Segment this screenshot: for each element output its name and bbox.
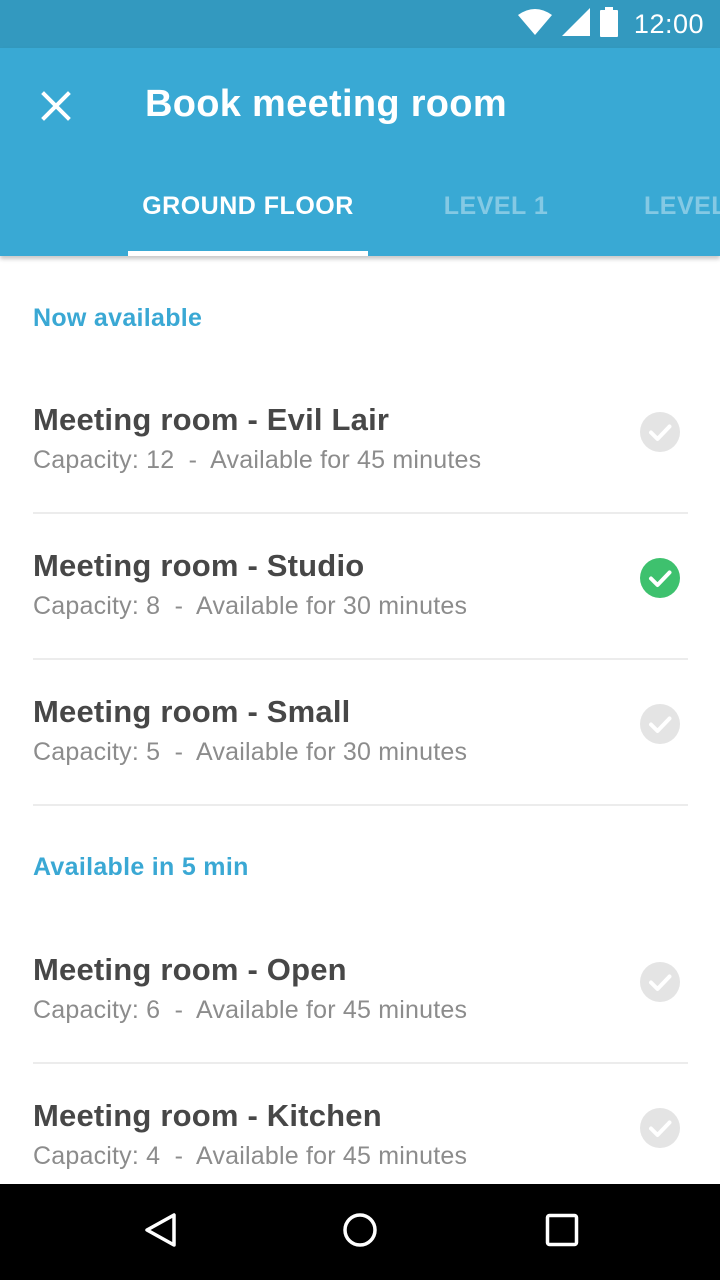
room-availability: Available for 45 minutes <box>210 446 482 474</box>
room-availability: Available for 30 minutes <box>196 592 468 620</box>
room-details: Capacity: 8 - Available for 30 minutes <box>33 588 467 624</box>
room-row[interactable]: Meeting room - Studio Capacity: 8 - Avai… <box>0 544 720 690</box>
room-capacity: Capacity: 6 <box>33 996 161 1024</box>
check-circle-icon[interactable] <box>640 962 680 1002</box>
section-header-now-available: Now available <box>33 304 203 332</box>
room-capacity: Capacity: 4 <box>33 1142 161 1170</box>
signal-icon <box>561 7 590 41</box>
room-name: Meeting room - Open <box>33 952 347 987</box>
room-row[interactable]: Meeting room - Small Capacity: 5 - Avail… <box>0 690 720 836</box>
wifi-icon <box>517 8 552 40</box>
section-header-available-soon: Available in 5 min <box>33 853 249 881</box>
room-availability: Available for 45 minutes <box>196 1142 468 1170</box>
room-capacity: Capacity: 12 <box>33 446 175 474</box>
app-bar: Book meeting room GROUND FLOOR LEVEL 1 L… <box>0 48 720 256</box>
battery-icon <box>599 6 618 42</box>
check-circle-icon[interactable] <box>640 704 680 744</box>
room-capacity: Capacity: 5 <box>33 738 161 766</box>
room-details: Capacity: 12 - Available for 45 minutes <box>33 442 481 478</box>
divider <box>33 1062 688 1064</box>
back-icon <box>143 1212 177 1253</box>
recents-icon <box>545 1213 579 1252</box>
floor-tabs: GROUND FLOOR LEVEL 1 LEVEL <box>0 168 720 256</box>
separator: - <box>174 592 184 620</box>
recents-button[interactable] <box>530 1200 594 1264</box>
check-circle-selected-icon[interactable] <box>640 558 680 598</box>
tab-level-1[interactable]: LEVEL 1 <box>406 168 586 256</box>
room-row[interactable]: Meeting room - Open Capacity: 6 - Availa… <box>0 948 720 1094</box>
separator: - <box>188 446 198 474</box>
status-time: 12:00 <box>633 8 704 39</box>
page-title: Book meeting room <box>145 83 507 125</box>
room-name: Meeting room - Studio <box>33 548 365 583</box>
separator: - <box>174 1142 184 1170</box>
divider <box>33 658 688 660</box>
tab-indicator <box>128 251 368 256</box>
room-details: Capacity: 4 - Available for 45 minutes <box>33 1138 467 1174</box>
close-button[interactable] <box>24 76 88 140</box>
room-name: Meeting room - Small <box>33 694 351 729</box>
status-icons: 12:00 <box>517 0 704 48</box>
room-row[interactable]: Meeting room - Evil Lair Capacity: 12 - … <box>0 398 720 544</box>
home-button[interactable] <box>328 1200 392 1264</box>
room-name: Meeting room - Kitchen <box>33 1098 382 1133</box>
separator: - <box>174 996 184 1024</box>
check-circle-icon[interactable] <box>640 412 680 452</box>
divider <box>33 512 688 514</box>
tab-ground-floor[interactable]: GROUND FLOOR <box>128 168 368 256</box>
close-icon <box>41 90 71 126</box>
room-details: Capacity: 5 - Available for 30 minutes <box>33 734 467 770</box>
room-availability: Available for 45 minutes <box>196 996 468 1024</box>
home-icon <box>342 1212 378 1253</box>
back-button[interactable] <box>128 1200 192 1264</box>
room-availability: Available for 30 minutes <box>196 738 468 766</box>
check-circle-icon[interactable] <box>640 1108 680 1148</box>
room-name: Meeting room - Evil Lair <box>33 402 390 437</box>
room-capacity: Capacity: 8 <box>33 592 161 620</box>
room-details: Capacity: 6 - Available for 45 minutes <box>33 992 467 1028</box>
separator: - <box>174 738 184 766</box>
divider <box>33 804 688 806</box>
tab-level-2[interactable]: LEVEL <box>644 168 720 256</box>
navigation-bar <box>0 1184 720 1280</box>
status-bar: 12:00 <box>0 0 720 48</box>
